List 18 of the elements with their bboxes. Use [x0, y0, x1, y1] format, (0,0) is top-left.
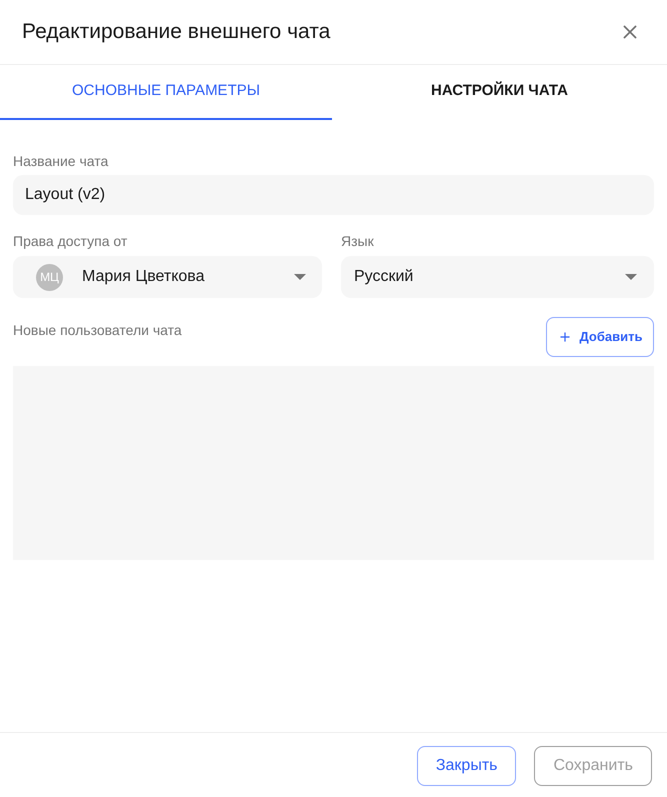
- dialog-title: Редактирование внешнего чата: [22, 19, 330, 46]
- tab[interactable]: ОСНОВНЫЕ ПАРАМЕТРЫ: [0, 65, 332, 120]
- plus-icon: [558, 330, 572, 344]
- user-name: Мария Цветкова: [82, 267, 206, 287]
- language-value: Русский: [354, 267, 414, 287]
- chat-name-input[interactable]: Layout (v2): [13, 175, 654, 215]
- add-button[interactable]: Добавить: [546, 317, 654, 357]
- language-select[interactable]: Русский: [341, 256, 654, 298]
- tab[interactable]: НАСТРОЙКИ ЧАТА: [332, 65, 667, 120]
- close-button[interactable]: Закрыть: [416, 746, 516, 786]
- field-label: Язык: [341, 233, 375, 250]
- user-select[interactable]: МЦ Мария Цветкова: [13, 256, 322, 298]
- caret-icon: [625, 274, 637, 280]
- caret-icon: [294, 274, 306, 280]
- field-label: Новые пользователи чата: [13, 322, 182, 339]
- user-avatar: МЦ: [36, 264, 63, 290]
- field-label: Название чата: [13, 153, 110, 170]
- field-label: Права доступа от: [13, 233, 128, 250]
